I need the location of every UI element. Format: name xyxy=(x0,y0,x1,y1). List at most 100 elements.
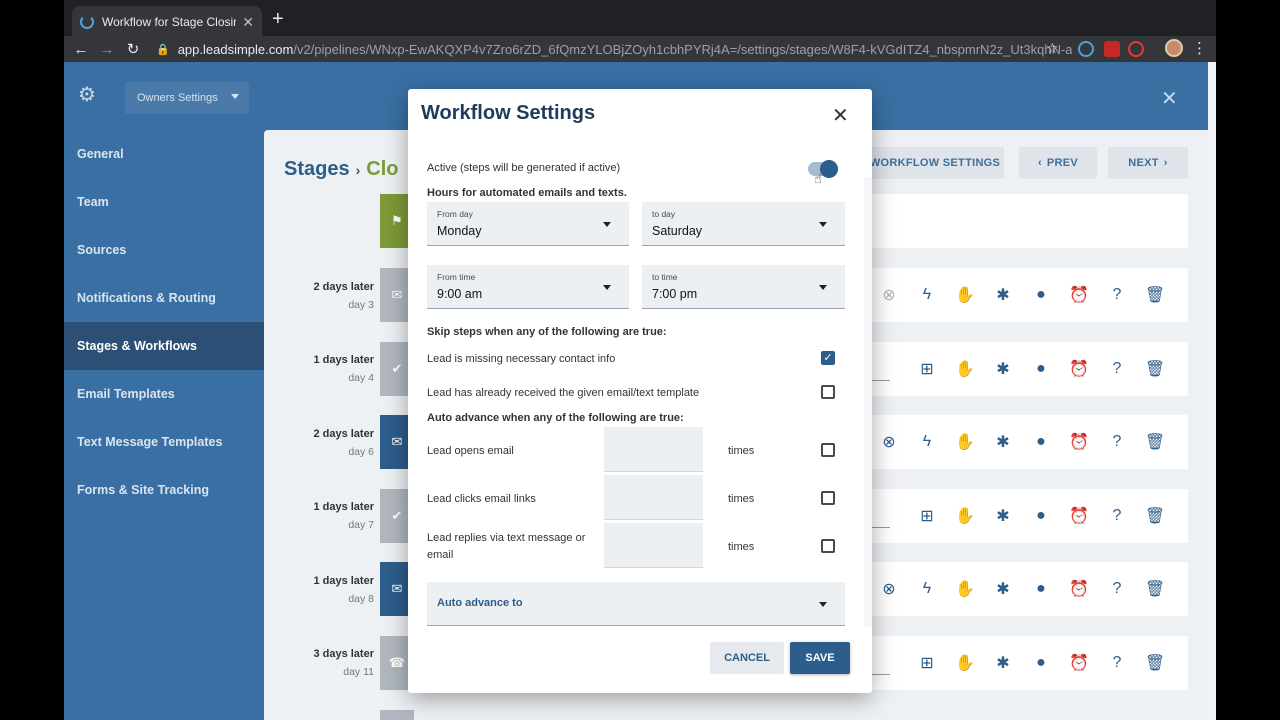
workflow-settings-button[interactable]: WORKFLOW SETTINGS xyxy=(866,147,1004,179)
step-icon-partial xyxy=(380,710,414,720)
skip-missing-checkbox[interactable]: ✓ xyxy=(821,351,835,365)
alarm-icon[interactable]: ⏰ xyxy=(1060,653,1098,673)
help-icon[interactable]: ? xyxy=(1098,580,1136,598)
next-button[interactable]: NEXT › xyxy=(1108,147,1188,179)
browser-tab[interactable]: Workflow for Stage Closing | Le ✕ xyxy=(72,6,262,38)
gear-icon[interactable]: ⚙ xyxy=(78,85,96,105)
trash-icon[interactable]: 🗑 xyxy=(1136,506,1174,526)
asterisk-icon[interactable]: ✱ xyxy=(984,579,1022,599)
asterisk-icon[interactable]: ✱ xyxy=(984,359,1022,379)
sidebar-item-team[interactable]: Team xyxy=(64,178,264,226)
remove-icon[interactable]: ⊗ xyxy=(870,432,908,452)
sidebar-item-text-templates[interactable]: Text Message Templates xyxy=(64,418,264,466)
lightning-icon[interactable]: ϟ xyxy=(908,433,946,451)
bookmark-star-icon[interactable]: ☆ xyxy=(1046,40,1059,57)
auto-advance-to-select[interactable]: Auto advance to xyxy=(427,582,845,626)
step-day: day 3 xyxy=(348,299,374,311)
sidebar-item-email-templates[interactable]: Email Templates xyxy=(64,370,264,418)
skip-received-checkbox[interactable] xyxy=(821,385,835,399)
forward-icon[interactable]: → xyxy=(94,41,120,58)
url-path: /v2/pipelines/WNxp-EwAKQXP4v7Zro6rZD_6fQ… xyxy=(293,41,1072,57)
breadcrumb-stages[interactable]: Stages xyxy=(284,158,350,180)
sidebar-item-sources[interactable]: Sources xyxy=(64,226,264,274)
alarm-icon[interactable]: ⏰ xyxy=(1060,285,1098,305)
file-add-icon[interactable]: ⊞ xyxy=(908,653,946,673)
prev-button[interactable]: ‹ PREV xyxy=(1019,147,1097,179)
hand-icon[interactable]: ✋ xyxy=(946,506,984,526)
extension-icon[interactable] xyxy=(1078,41,1094,57)
trash-icon[interactable]: 🗑 xyxy=(1136,285,1174,305)
opens-email-count-input[interactable] xyxy=(604,427,703,472)
modal-scrollbar[interactable] xyxy=(864,177,872,627)
lightning-icon[interactable]: ϟ xyxy=(908,286,946,304)
replies-count-input[interactable] xyxy=(604,523,703,568)
sidebar-item-notifications[interactable]: Notifications & Routing xyxy=(64,274,264,322)
help-icon[interactable]: ? xyxy=(1098,654,1136,672)
owners-settings-dropdown[interactable]: Owners Settings xyxy=(125,82,249,114)
hand-icon[interactable]: ✋ xyxy=(946,579,984,599)
tab-close-icon[interactable]: ✕ xyxy=(242,14,254,31)
address-bar[interactable]: 🔒 app.leadsimple.com /v2/pipelines/WNxp-… xyxy=(152,37,1072,61)
sidebar-item-stages-workflows[interactable]: Stages & Workflows xyxy=(64,322,264,370)
calendar-extension-icon[interactable] xyxy=(1104,41,1120,57)
remove-icon[interactable]: ⊗ xyxy=(870,579,908,599)
alarm-icon[interactable]: ⏰ xyxy=(1060,432,1098,452)
hand-icon[interactable]: ✋ xyxy=(946,285,984,305)
to-time-select[interactable]: to time 7:00 pm xyxy=(642,265,845,309)
help-icon[interactable]: ? xyxy=(1098,507,1136,525)
active-toggle[interactable] xyxy=(808,160,838,178)
hand-icon[interactable]: ✋ xyxy=(946,432,984,452)
remove-icon[interactable]: ⊗ xyxy=(870,285,908,305)
replies-checkbox[interactable] xyxy=(821,539,835,553)
reload-icon[interactable]: ↻ xyxy=(120,40,146,58)
target-extension-icon[interactable] xyxy=(1128,41,1144,57)
clicks-links-count-input[interactable] xyxy=(604,475,703,520)
cancel-button[interactable]: CANCEL xyxy=(710,642,784,674)
from-day-select[interactable]: From day Monday xyxy=(427,202,629,246)
to-day-select[interactable]: to day Saturday xyxy=(642,202,845,246)
close-icon[interactable]: ✕ xyxy=(832,103,849,128)
user-icon[interactable]: ● xyxy=(1022,286,1060,304)
back-icon[interactable]: ← xyxy=(68,41,94,58)
file-add-icon[interactable]: ⊞ xyxy=(908,506,946,526)
browser-menu-icon[interactable]: ⋮ xyxy=(1192,39,1207,57)
from-time-select[interactable]: From time 9:00 am xyxy=(427,265,629,309)
trash-icon[interactable]: 🗑 xyxy=(1136,359,1174,379)
asterisk-icon[interactable]: ✱ xyxy=(984,506,1022,526)
user-icon[interactable]: ● xyxy=(1022,654,1060,672)
close-icon[interactable]: ✕ xyxy=(1161,86,1178,111)
asterisk-icon[interactable]: ✱ xyxy=(984,432,1022,452)
user-icon[interactable]: ● xyxy=(1022,507,1060,525)
asterisk-icon[interactable]: ✱ xyxy=(984,653,1022,673)
help-icon[interactable]: ? xyxy=(1098,433,1136,451)
alarm-icon[interactable]: ⏰ xyxy=(1060,579,1098,599)
help-icon[interactable]: ? xyxy=(1098,286,1136,304)
step-divider xyxy=(870,674,890,675)
user-icon[interactable]: ● xyxy=(1022,433,1060,451)
user-icon[interactable]: ● xyxy=(1022,580,1060,598)
hand-icon[interactable]: ✋ xyxy=(946,359,984,379)
asterisk-icon[interactable]: ✱ xyxy=(984,285,1022,305)
step-tools: ⊞ ✋ ✱ ● ⏰? 🗑 xyxy=(908,651,1180,675)
trash-icon[interactable]: 🗑 xyxy=(1136,579,1174,599)
opens-email-checkbox[interactable] xyxy=(821,443,835,457)
new-tab-icon[interactable]: + xyxy=(272,8,284,31)
lightning-icon[interactable]: ϟ xyxy=(908,580,946,598)
page-scrollbar[interactable] xyxy=(1208,62,1216,720)
alarm-icon[interactable]: ⏰ xyxy=(1060,506,1098,526)
trash-icon[interactable]: 🗑 xyxy=(1136,432,1174,452)
save-button[interactable]: SAVE xyxy=(790,642,850,674)
file-add-icon[interactable]: ⊞ xyxy=(908,359,946,379)
profile-avatar[interactable] xyxy=(1165,39,1183,57)
hand-icon[interactable]: ✋ xyxy=(946,653,984,673)
sidebar-item-forms-tracking[interactable]: Forms & Site Tracking xyxy=(64,466,264,514)
user-icon[interactable]: ● xyxy=(1022,360,1060,378)
step-divider xyxy=(870,380,890,381)
sidebar-item-label: Notifications & Routing xyxy=(77,291,216,305)
trash-icon[interactable]: 🗑 xyxy=(1136,653,1174,673)
alarm-icon[interactable]: ⏰ xyxy=(1060,359,1098,379)
sidebar-item-general[interactable]: General xyxy=(64,130,264,178)
help-icon[interactable]: ? xyxy=(1098,360,1136,378)
chevron-right-icon: › xyxy=(1163,157,1168,169)
clicks-links-checkbox[interactable] xyxy=(821,491,835,505)
